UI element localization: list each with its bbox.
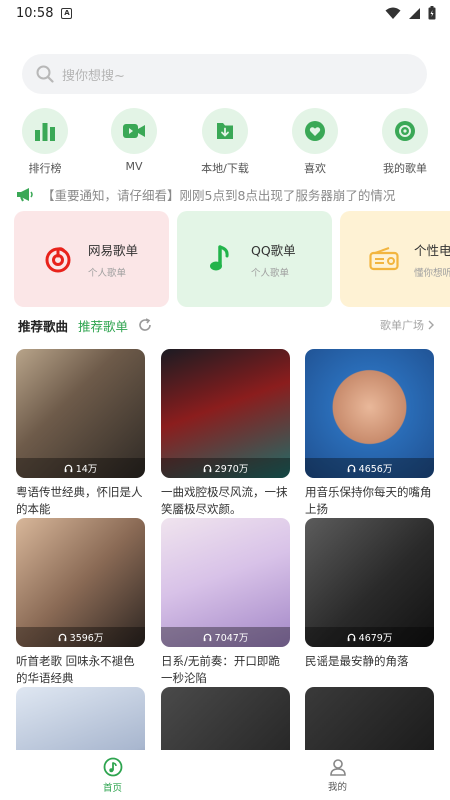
play-count-text: 2970万 [214,464,249,475]
notice-banner[interactable]: 【重要通知，请仔细看】刚刚5点到8点出现了服务器崩了的情况 [16,183,436,205]
playlist-title: 民谣是最安静的角落 [305,654,409,668]
qq-music-icon [210,245,229,271]
heart-icon [305,121,325,141]
radio-icon [369,247,399,271]
play-count-text: 4656万 [358,464,393,475]
refresh-icon [139,318,151,331]
playlist-tile[interactable]: 7047万日系/无前奏：开口即跪一秒沦陷 [161,518,290,687]
card-title: QQ歌单 [251,242,296,258]
status-bar: 10:58 A [0,0,450,26]
nav-home[interactable]: 首页 [0,750,225,800]
play-count-text: 3596万 [69,633,104,644]
playlist-tile[interactable]: 3596万听首老歌 回味永不褪色的华语经典 [16,518,145,687]
quick-nav-mv[interactable]: MV [99,108,169,173]
headphones-icon [347,464,355,472]
play-count: 3596万 [16,627,145,647]
tab-recommended-playlists[interactable]: 推荐歌单 [78,316,128,335]
headphones-icon [203,464,211,472]
play-count: 2970万 [161,458,290,478]
signal-icon [409,7,420,19]
play-count: 7047万 [161,627,290,647]
playlist-cover: 2970万 [161,349,290,478]
playlist-cover: 4656万 [305,349,434,478]
download-icon [217,123,233,139]
playlist-title: 听首老歌 回味永不褪色的华语经典 [16,654,135,685]
card-subtitle: 懂你想听 [414,267,450,279]
card-title: 个性电台 [414,242,450,258]
search-bar[interactable]: 搜你想搜~ [22,54,427,94]
status-time: 10:58 [16,5,54,21]
chevron-right-icon [428,320,434,330]
notice-text: 【重要通知，请仔细看】刚刚5点到8点出现了服务器崩了的情况 [42,187,396,203]
quick-nav: 排行榜 MV 本地/下载 喜欢 我的歌单 [0,108,450,178]
search-icon [36,65,54,83]
headphones-icon [347,633,355,641]
playlist-tile[interactable]: 14万粤语传世经典，怀旧是人的本能 [16,349,145,518]
quick-nav-label: 喜欢 [304,162,326,175]
bar-chart-icon [35,123,55,141]
playlist-cover: 3596万 [16,518,145,647]
nav-mine[interactable]: 我的 [225,750,450,800]
playlist-cover: 4679万 [305,518,434,647]
quick-nav-my-playlists[interactable]: 我的歌单 [370,108,440,176]
card-radio[interactable]: 个性电台 懂你想听 [340,211,450,307]
card-subtitle: 个人歌单 [251,267,290,279]
netease-music-icon [45,247,71,273]
playlist-tile[interactable]: 4679万民谣是最安静的角落 [305,518,434,687]
card-subtitle: 个人歌单 [88,267,127,279]
card-netease[interactable]: 网易歌单 个人歌单 [14,211,169,307]
play-count-text: 14万 [75,464,98,475]
quick-nav-label: 本地/下载 [201,162,249,175]
video-camera-icon [123,124,145,138]
playlist-square-link[interactable]: 歌单广场 [380,317,434,333]
playlist-cover: 7047万 [161,518,290,647]
quick-nav-favorites[interactable]: 喜欢 [280,108,350,176]
card-title: 网易歌单 [88,242,139,258]
recommend-section-header: 推荐歌曲 推荐歌单 歌单广场 [18,315,434,335]
headphones-icon [58,633,66,641]
bottom-nav: 首页 我的 [0,750,450,800]
play-count-text: 7047万 [214,633,249,644]
quick-nav-label: 排行榜 [28,162,62,175]
wifi-icon [385,7,401,19]
headphones-icon [64,464,72,472]
megaphone-icon [17,187,33,201]
playlist-title: 用音乐保持你每天的嘴角上扬 [305,485,432,516]
search-placeholder: 搜你想搜~ [62,68,125,84]
play-count: 4656万 [305,458,434,478]
playlist-tile[interactable]: 4656万用音乐保持你每天的嘴角上扬 [305,349,434,518]
disc-icon [395,121,415,141]
playlist-square-label: 歌单广场 [380,319,424,332]
notification-icon: A [61,7,73,19]
tab-recommended-songs[interactable]: 推荐歌曲 [18,316,68,335]
home-music-icon [103,757,122,776]
playlist-title: 日系/无前奏：开口即跪一秒沦陷 [161,654,280,685]
card-qq[interactable]: QQ歌单 个人歌单 [177,211,332,307]
nav-mine-label: 我的 [327,781,347,793]
play-count: 14万 [16,458,145,478]
playlist-title: 粤语传世经典，怀旧是人的本能 [16,485,143,516]
refresh-button[interactable] [138,318,152,332]
playlist-source-cards: 网易歌单 个人歌单 QQ歌单 个人歌单 个性电台 懂你想听 [14,211,450,308]
headphones-icon [203,633,211,641]
quick-nav-label: 我的歌单 [383,162,427,175]
playlist-cover: 14万 [16,349,145,478]
playlist-tile[interactable]: 2970万一曲戏腔极尽风流，一抹笑靥极尽欢颜。 [161,349,290,518]
quick-nav-ranking[interactable]: 排行榜 [10,108,80,176]
quick-nav-local-download[interactable]: 本地/下载 [190,108,260,176]
battery-icon [428,6,436,20]
quick-nav-label: MV [125,160,143,173]
play-count: 4679万 [305,627,434,647]
play-count-text: 4679万 [358,633,393,644]
playlist-title: 一曲戏腔极尽风流，一抹笑靥极尽欢颜。 [161,485,288,516]
nav-home-label: 首页 [102,782,122,794]
user-icon [329,758,346,776]
